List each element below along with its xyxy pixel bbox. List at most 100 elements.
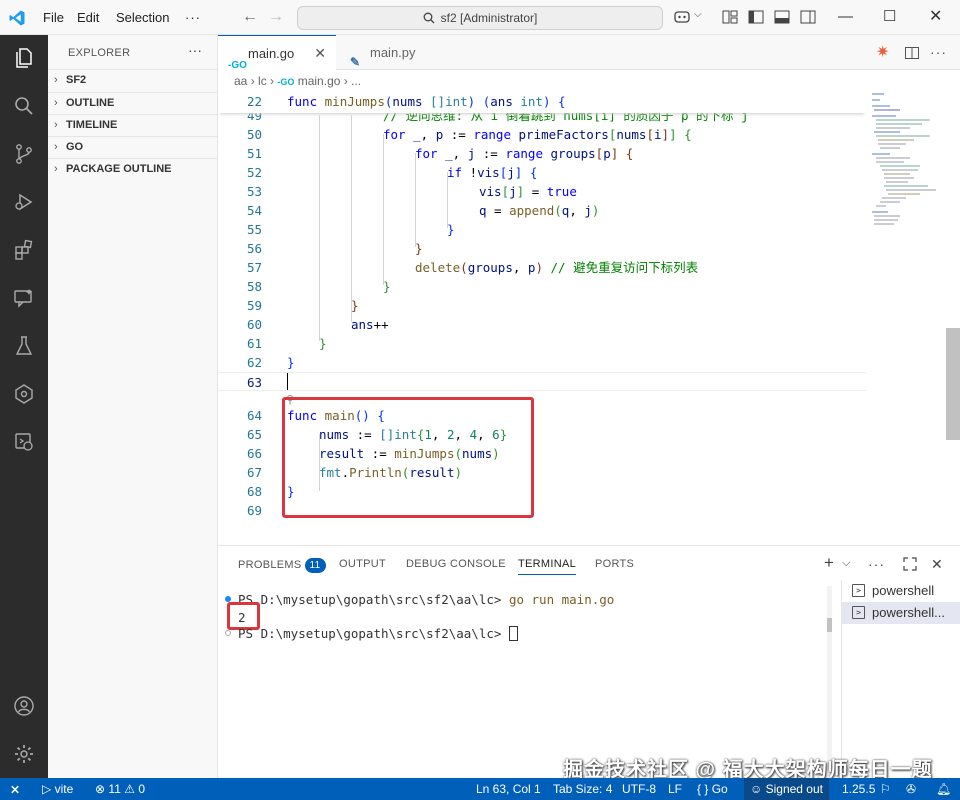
terminal-list-item[interactable]: > powershell xyxy=(842,580,960,602)
command-pending-dot-icon[interactable] xyxy=(225,630,231,636)
close-panel-icon[interactable]: ✕ xyxy=(931,556,943,573)
status-vite[interactable]: ▷ vite xyxy=(42,778,73,800)
tab-terminal[interactable]: TERMINAL xyxy=(518,558,577,575)
chevron-down-icon[interactable]: ⌵ xyxy=(842,557,850,570)
menu-selection[interactable]: Selection xyxy=(116,10,169,25)
notifications-bell-icon[interactable]: 🔔︎ xyxy=(936,778,951,800)
testing-icon[interactable] xyxy=(12,334,36,358)
close-tab-icon[interactable]: ✕ xyxy=(314,36,326,71)
explorer-more-icon[interactable]: ··· xyxy=(188,42,202,58)
explorer-sidebar: EXPLORER ··· › SF2 › OUTLINE › TIMELINE › GO… xyxy=(48,35,218,778)
section-timeline[interactable]: › TIMELINE xyxy=(48,114,218,136)
accounts-icon[interactable] xyxy=(12,694,36,718)
status-tab-size[interactable]: Tab Size: 4 xyxy=(553,778,612,800)
search-icon[interactable] xyxy=(12,94,36,118)
close-window-icon[interactable]: ✕ xyxy=(929,6,942,26)
code-line-63-current: 63 xyxy=(218,372,866,391)
activity-bar xyxy=(0,35,48,778)
menu-edit[interactable]: Edit xyxy=(77,10,99,25)
chevron-right-icon: › xyxy=(54,74,58,86)
code-highlight-box xyxy=(282,397,534,518)
remote-indicator-icon[interactable]: ⨯ xyxy=(10,778,20,800)
forward-arrow-icon[interactable]: → xyxy=(268,8,284,26)
toggle-sidebar-icon[interactable] xyxy=(748,10,764,24)
warning-icon: ⚠ xyxy=(124,782,135,796)
section-go[interactable]: › GO xyxy=(48,136,218,158)
remote-chat-icon[interactable] xyxy=(12,286,36,310)
terminal-list-item-selected[interactable]: > powershell... xyxy=(842,602,960,624)
code-line-62: 62} xyxy=(246,355,295,370)
menu-file[interactable]: File xyxy=(43,10,64,25)
toggle-panel-icon[interactable] xyxy=(774,10,790,24)
remote-explorer-icon[interactable] xyxy=(12,430,36,454)
code-line-52: 52 if !vis[j] { xyxy=(246,165,538,180)
more-menu-icon[interactable]: ··· xyxy=(185,10,201,25)
explorer-title: EXPLORER xyxy=(68,47,131,59)
code-line-60: 60 ans++ xyxy=(246,317,389,332)
sticky-scroll-line[interactable]: 22 func minJumps(nums []int) (ans int) { xyxy=(218,92,866,113)
run-debug-icon[interactable] xyxy=(12,190,36,214)
go-feedback-icon[interactable]: ⚐ xyxy=(880,778,891,800)
vscode-logo-icon xyxy=(9,10,25,26)
explorer-icon[interactable] xyxy=(12,46,36,70)
chevron-right-icon: › xyxy=(54,119,58,131)
code-line-58: 58} xyxy=(246,279,391,294)
new-terminal-icon[interactable]: + xyxy=(824,553,834,573)
chevron-right-icon: › xyxy=(54,141,58,153)
source-control-icon[interactable] xyxy=(12,142,36,166)
status-eol[interactable]: LF xyxy=(668,778,682,800)
settings-gear-icon[interactable] xyxy=(12,742,36,766)
status-cursor-position[interactable]: Ln 63, Col 1 xyxy=(476,778,541,800)
editor-tabs: -GO main.go ✕ ✎ main.py ✷ ··· xyxy=(218,35,960,71)
tab-output[interactable]: OUTPUT xyxy=(339,558,386,570)
code-line-51: 51 for _, j := range groups[p] { xyxy=(246,146,634,161)
braces-icon: { } xyxy=(697,782,709,796)
copilot-status-icon[interactable]: ✇ xyxy=(906,778,916,800)
tab-ports[interactable]: PORTS xyxy=(595,558,634,570)
maximize-panel-icon[interactable] xyxy=(903,557,917,571)
command-center[interactable]: sf2 [Administrator] xyxy=(297,6,663,30)
panel-more-icon[interactable]: ··· xyxy=(868,556,885,572)
command-center-label: sf2 [Administrator] xyxy=(440,11,538,25)
section-sf2[interactable]: › SF2 xyxy=(48,69,218,91)
gitlens-icon[interactable] xyxy=(12,382,36,406)
minimap[interactable] xyxy=(870,92,944,232)
extensions-icon[interactable] xyxy=(12,238,36,262)
play-icon: ▷ xyxy=(42,782,52,796)
code-line-53: 53 vis[j] = true xyxy=(246,184,577,199)
tab-main-py[interactable]: ✎ main.py xyxy=(340,35,450,70)
code-line-59: 59} xyxy=(246,298,359,313)
go-file-icon: -GO xyxy=(277,77,295,87)
terminal-icon: > xyxy=(852,584,865,597)
status-problems[interactable]: ⊗ 11 ⚠ 0 xyxy=(95,778,145,800)
status-encoding[interactable]: UTF-8 xyxy=(622,778,656,800)
tab-debug-console[interactable]: DEBUG CONSOLE xyxy=(406,558,506,570)
terminal-scrollbar[interactable] xyxy=(827,586,832,776)
tab-problems[interactable]: PROBLEMS 11 xyxy=(238,558,326,573)
chevron-right-icon: › xyxy=(54,97,58,109)
section-outline[interactable]: › OUTLINE xyxy=(48,92,218,114)
terminal-line-1: PS D:\mysetup\gopath\src\sf2\aa\lc> go r… xyxy=(238,592,615,607)
toggle-secondary-sidebar-icon[interactable] xyxy=(800,10,816,24)
maximize-icon[interactable]: ☐ xyxy=(883,7,896,25)
minimize-icon[interactable]: — xyxy=(838,8,853,25)
status-language[interactable]: { } Go xyxy=(697,778,728,800)
problems-count-badge: 11 xyxy=(304,558,326,573)
layout-icon[interactable] xyxy=(722,10,738,24)
copilot-icon: ☺ xyxy=(750,782,763,796)
back-arrow-icon[interactable]: ← xyxy=(242,8,258,26)
chevron-down-icon[interactable]: ⌵ xyxy=(694,9,702,20)
tab-main-go[interactable]: -GO main.go ✕ xyxy=(218,35,336,71)
split-editor-icon[interactable] xyxy=(905,47,919,59)
status-account[interactable]: ☺ Signed out xyxy=(744,778,829,800)
code-line-50: 50 for _, p := range primeFactors[nums[i]… xyxy=(246,127,692,142)
editor-scrollbar-thumb[interactable] xyxy=(946,328,960,440)
code-line-56: 56} xyxy=(246,241,423,256)
copilot-icon[interactable] xyxy=(674,10,690,24)
error-icon: ⊗ xyxy=(95,782,106,796)
status-go-version[interactable]: 1.25.5 xyxy=(842,778,875,800)
editor-more-icon[interactable]: ··· xyxy=(930,44,947,60)
section-package-outline[interactable]: › PACKAGE OUTLINE xyxy=(48,158,218,180)
sparkle-icon[interactable]: ✷ xyxy=(876,42,889,62)
breadcrumb: aa › lc › -GO main.go › ... xyxy=(234,74,362,88)
